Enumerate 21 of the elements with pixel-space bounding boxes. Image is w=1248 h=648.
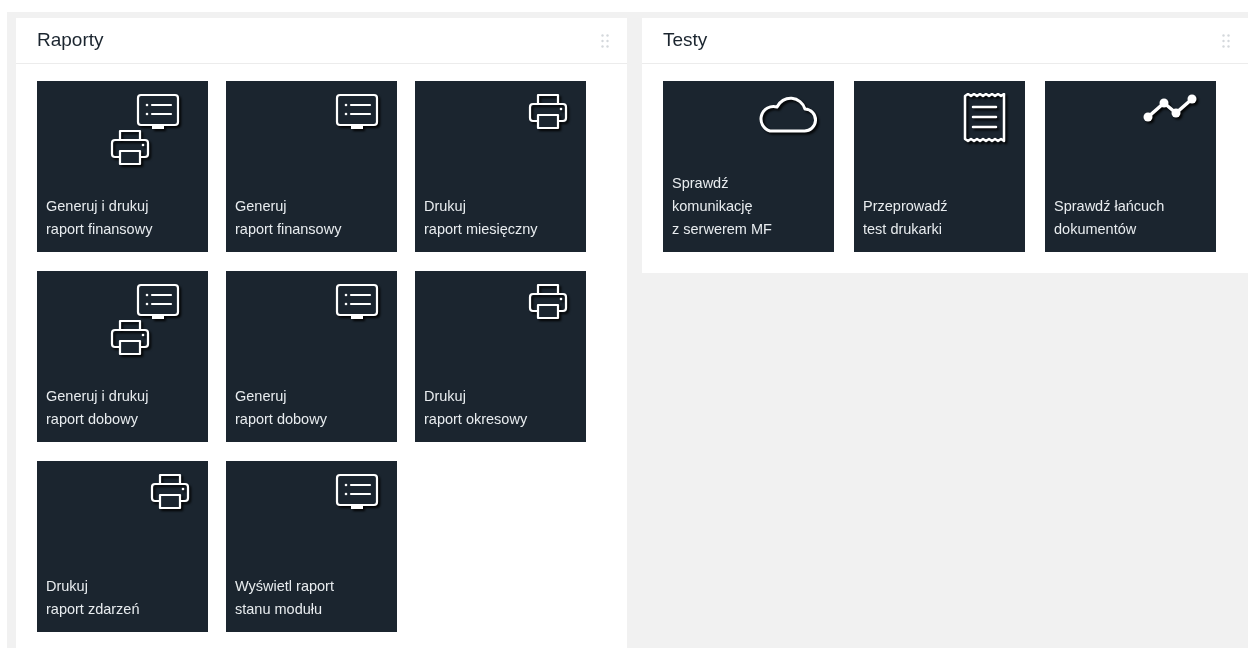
panel-title: Testy bbox=[663, 28, 708, 53]
panel-title: Raporty bbox=[37, 28, 104, 53]
printer-icon bbox=[150, 473, 192, 511]
drag-handle-icon[interactable] bbox=[601, 33, 609, 48]
report-tile[interactable]: Drukuj raport miesięczny bbox=[415, 81, 586, 252]
report-tile[interactable]: Wyświetl raport stanu modułu bbox=[226, 461, 397, 632]
report-tile[interactable]: Generuj raport dobowy bbox=[226, 271, 397, 442]
report-tile[interactable]: Drukuj raport zdarzeń bbox=[37, 461, 208, 632]
monitor-icon bbox=[335, 283, 381, 321]
printer-icon bbox=[528, 93, 570, 131]
report-tile[interactable]: Generuj i drukuj raport dobowy bbox=[37, 271, 208, 442]
report-tile[interactable]: Generuj raport finansowy bbox=[226, 81, 397, 252]
monitor-icon bbox=[335, 473, 381, 511]
report-tile[interactable]: Drukuj raport okresowy bbox=[415, 271, 586, 442]
report-tile[interactable]: Generuj i drukuj raport finansowy bbox=[37, 81, 208, 252]
printer-icon bbox=[528, 283, 570, 321]
report-tile[interactable]: Sprawdź komunikację z serwerem MF bbox=[663, 81, 834, 252]
monitor-icon bbox=[335, 93, 381, 131]
report-tile[interactable]: Przeprowadź test drukarki bbox=[854, 81, 1025, 252]
report-tile[interactable]: Sprawdź łańcuch dokumentów bbox=[1045, 81, 1216, 252]
drag-handle-icon[interactable] bbox=[1222, 33, 1230, 48]
